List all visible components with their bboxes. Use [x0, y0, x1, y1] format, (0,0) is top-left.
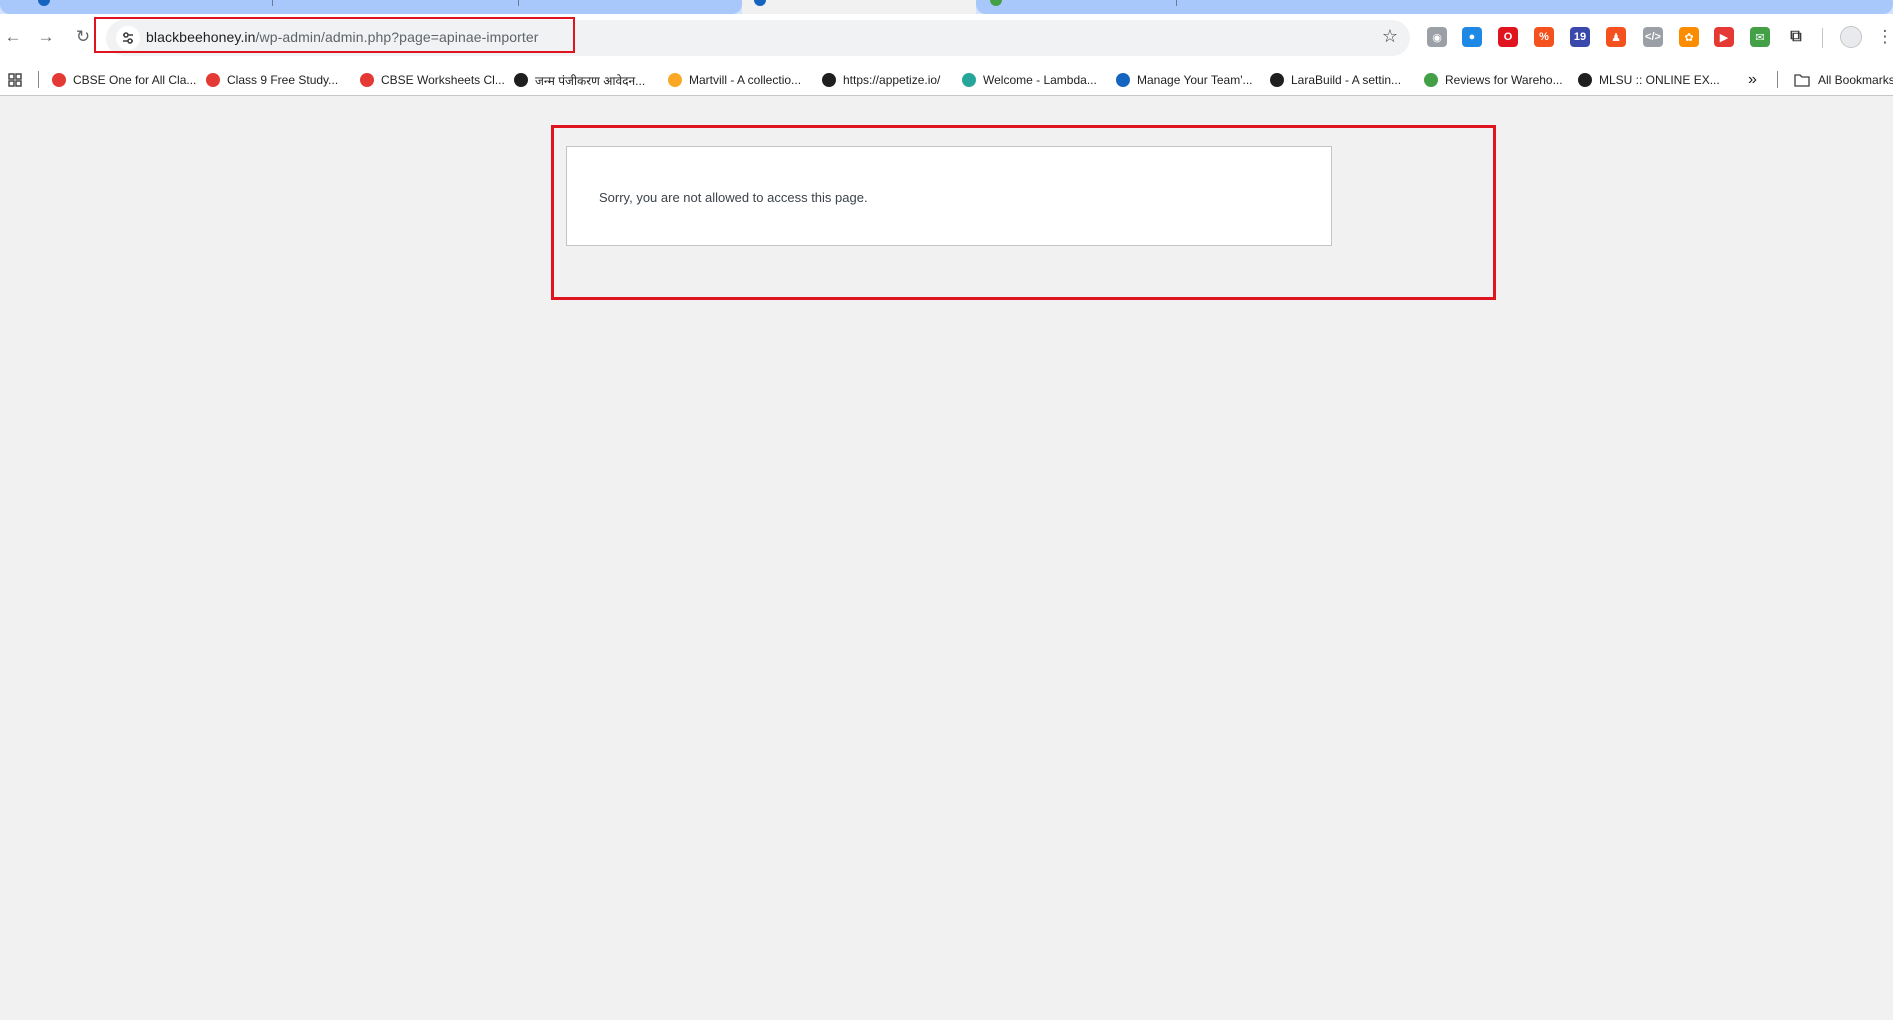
bookmark-label: Manage Your Team'...	[1137, 73, 1253, 87]
bookmark-favicon-icon	[668, 73, 682, 87]
tab-separator	[518, 0, 519, 6]
gear-extension-icon[interactable]: ✿	[1679, 27, 1699, 47]
bookmark-item[interactable]: Manage Your Team'...	[1116, 71, 1252, 89]
arrow-right-icon: →	[37, 27, 55, 46]
bookmark-favicon-icon	[1116, 73, 1130, 87]
bookmark-favicon-icon	[206, 73, 220, 87]
profile-avatar[interactable]	[1838, 24, 1864, 50]
toolbar-separator	[1822, 28, 1823, 48]
forward-button[interactable]: →	[33, 24, 59, 50]
bookmark-label: CBSE Worksheets Cl...	[381, 73, 505, 87]
bookmark-favicon-icon	[1578, 73, 1592, 87]
bookmark-item[interactable]: Reviews for Wareho...	[1424, 71, 1563, 89]
opera-extension-icon[interactable]: O	[1498, 27, 1518, 47]
wp-die-message-box: Sorry, you are not allowed to access thi…	[566, 146, 1332, 246]
bookmark-label: Martvill - A collectio...	[689, 73, 802, 87]
tab-separator	[272, 0, 273, 6]
bookmark-favicon-icon	[1424, 73, 1438, 87]
bookmark-label: LaraBuild - A settin...	[1291, 73, 1402, 87]
code-extension-icon[interactable]: </>	[1643, 27, 1663, 47]
bookmark-item[interactable]: Welcome - Lambda...	[962, 71, 1097, 89]
bookmark-item[interactable]: जन्म पंजीकरण आवेदन...	[514, 71, 645, 89]
graduation-cap-extension-icon[interactable]: 19	[1570, 27, 1590, 47]
url-annotation-box	[94, 17, 575, 53]
apps-button[interactable]	[8, 71, 22, 89]
bookmark-favicon-icon	[360, 73, 374, 87]
mail-extension-icon[interactable]: ✉	[1750, 27, 1770, 47]
tab-inactive-right[interactable]	[976, 0, 1893, 14]
avatar-icon	[1840, 26, 1862, 48]
reload-button[interactable]: ↻	[70, 24, 96, 50]
puzzle-extensions-icon[interactable]: ⧉	[1786, 27, 1806, 47]
tab-inactive-left[interactable]	[0, 0, 742, 14]
browser-toolbar: ← → ↻ blackbeehoney.in/wp-admin/admin.ph…	[0, 14, 1893, 62]
more-vert-icon: ⋮	[1876, 27, 1893, 46]
chevron-double-right-icon: »	[1748, 71, 1757, 88]
bookmark-favicon-icon	[962, 73, 976, 87]
reload-icon: ↻	[75, 27, 91, 46]
bookmark-label: Reviews for Wareho...	[1445, 73, 1563, 87]
bookmark-item[interactable]: CBSE One for All Cla...	[52, 71, 196, 89]
tab-active[interactable]	[742, 0, 976, 14]
bookmark-favicon-icon	[52, 73, 66, 87]
bookmark-label: https://appetize.io/	[843, 73, 941, 87]
folder-icon	[1794, 74, 1810, 87]
bookmark-item[interactable]: Class 9 Free Study...	[206, 71, 338, 89]
access-denied-message: Sorry, you are not allowed to access thi…	[599, 190, 868, 205]
back-button[interactable]: ←	[0, 24, 26, 50]
play-extension-icon[interactable]: ▶	[1714, 27, 1734, 47]
color-picker-extension-icon[interactable]: ●	[1462, 27, 1482, 47]
tab-favicon	[754, 0, 766, 6]
menu-button[interactable]: ⋮	[1872, 24, 1893, 50]
all-bookmarks-button[interactable]: All Bookmarks	[1794, 71, 1893, 89]
bookmark-star-icon[interactable]: ☆	[1382, 26, 1398, 47]
percent-extension-icon[interactable]: %	[1534, 27, 1554, 47]
camera-extension-icon[interactable]: ◉	[1427, 27, 1447, 47]
tab-favicon	[990, 0, 1002, 6]
bookmark-label: CBSE One for All Cla...	[73, 73, 197, 87]
bookmarks-overflow-button[interactable]: »	[1748, 71, 1757, 89]
bookmark-favicon-icon	[514, 73, 528, 87]
bookmark-label: MLSU :: ONLINE EX...	[1599, 73, 1720, 87]
apps-grid-icon	[8, 73, 22, 87]
bookmark-label: जन्म पंजीकरण आवेदन...	[535, 73, 646, 88]
bookmark-favicon-icon	[1270, 73, 1284, 87]
all-bookmarks-label: All Bookmarks	[1818, 73, 1893, 87]
arrow-left-icon: ←	[4, 27, 22, 46]
bookmark-item[interactable]: CBSE Worksheets Cl...	[360, 71, 505, 89]
bookmarks-bar: CBSE One for All Cla... Class 9 Free Stud…	[0, 62, 1893, 96]
bookmark-item[interactable]: Martvill - A collectio...	[668, 71, 801, 89]
bookmark-item[interactable]: MLSU :: ONLINE EX...	[1578, 71, 1720, 89]
bookmark-separator	[38, 71, 39, 88]
bookmark-item[interactable]: https://appetize.io/	[822, 71, 940, 89]
bookmark-label: Class 9 Free Study...	[227, 73, 339, 87]
tab-separator	[1176, 0, 1177, 6]
bookmark-separator	[1777, 71, 1778, 88]
figure-extension-icon[interactable]: ♟	[1606, 27, 1626, 47]
bookmark-item[interactable]: LaraBuild - A settin...	[1270, 71, 1401, 89]
tab-strip	[0, 0, 1893, 14]
bookmark-label: Welcome - Lambda...	[983, 73, 1097, 87]
bookmark-favicon-icon	[822, 73, 836, 87]
tab-favicon	[38, 0, 50, 6]
